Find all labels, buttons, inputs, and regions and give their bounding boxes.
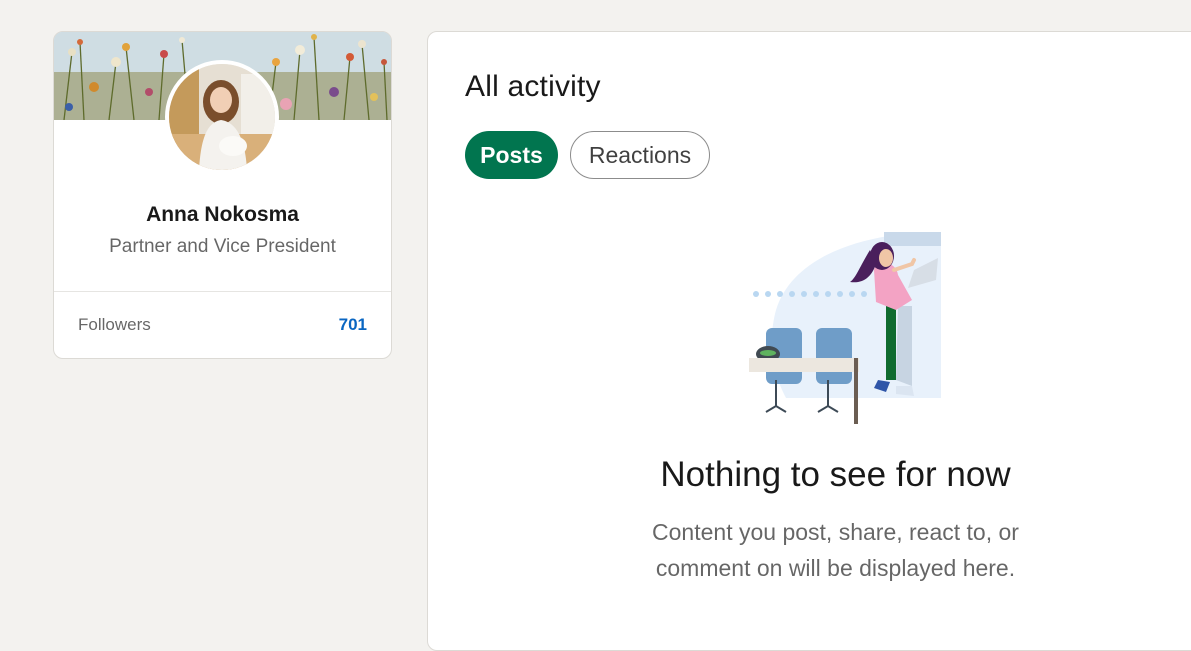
empty-state-line-2: comment on will be displayed here. <box>655 555 1016 581</box>
profile-avatar[interactable] <box>165 60 279 174</box>
profile-headline: Partner and Vice President <box>109 236 336 257</box>
followers-count[interactable]: 701 <box>339 315 367 335</box>
followers-row[interactable]: Followers 701 <box>54 292 391 358</box>
followers-label: Followers <box>78 315 151 334</box>
empty-activity-illustration <box>746 230 946 435</box>
tab-posts[interactable]: Posts <box>465 131 558 179</box>
empty-state-line-1: Content you post, share, react to, or <box>652 519 1019 545</box>
tab-reactions[interactable]: Reactions <box>570 131 710 179</box>
profile-name[interactable]: Anna Nokosma <box>54 203 391 227</box>
activity-title: All activity <box>465 70 601 103</box>
empty-state-title: Nothing to see for now <box>660 455 1011 494</box>
empty-state-description: Content you post, share, react to, or co… <box>428 514 1191 586</box>
activity-panel: All activity Posts Reactions Nothing to … <box>427 31 1191 651</box>
profile-card: Anna Nokosma Partner and Vice President … <box>53 31 392 359</box>
